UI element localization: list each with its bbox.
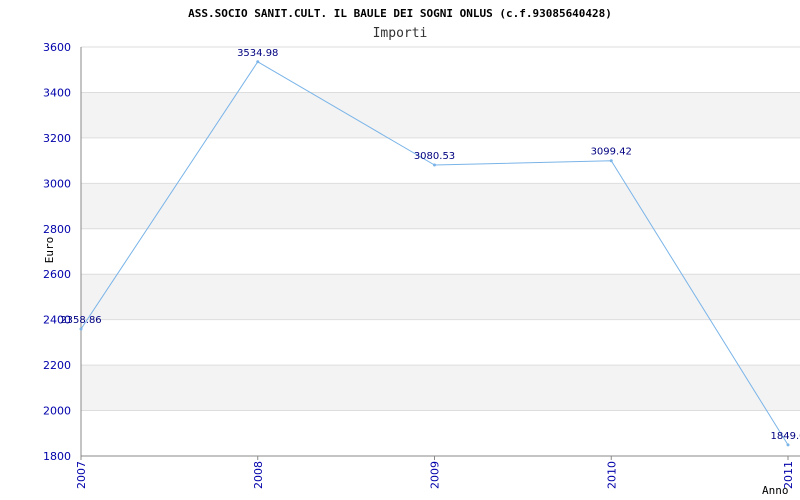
- x-tick-label: 2007: [75, 461, 88, 489]
- plot-band: [81, 92, 800, 138]
- y-tick-label: 3400: [43, 86, 71, 99]
- y-tick-label: 3600: [43, 41, 71, 54]
- plot-band: [81, 274, 800, 320]
- y-tick-label: 3000: [43, 177, 71, 190]
- y-tick-label: 3200: [43, 132, 71, 145]
- line-chart: ASS.SOCIO SANIT.CULT. IL BAULE DEI SOGNI…: [43, 7, 800, 497]
- y-tick-label: 2800: [43, 223, 71, 236]
- y-tick-label: 2200: [43, 359, 71, 372]
- y-tick-label: 2600: [43, 268, 71, 281]
- y-tick-label: 2000: [43, 405, 71, 418]
- data-label: 1849.0: [771, 431, 800, 442]
- data-point: [79, 327, 83, 331]
- data-point: [609, 159, 613, 163]
- data-label: 2358.86: [60, 315, 101, 326]
- plot-bands: [81, 92, 800, 411]
- plot-band: [81, 183, 800, 229]
- data-point: [433, 163, 436, 167]
- y-axis-label: Euro: [43, 237, 56, 264]
- x-tick-label: 2009: [429, 461, 442, 489]
- data-label: 3534.98: [237, 48, 278, 59]
- data-point: [786, 443, 790, 447]
- chart-subtitle: Importi: [373, 26, 428, 41]
- chart-title: ASS.SOCIO SANIT.CULT. IL BAULE DEI SOGNI…: [188, 7, 612, 20]
- data-label: 3099.42: [591, 147, 632, 158]
- data-point: [256, 60, 260, 64]
- x-tick-labels: 2007 2008 2009 2010 2011: [75, 461, 795, 489]
- y-tick-label: 1800: [43, 450, 71, 463]
- x-tick-label: 2008: [252, 461, 265, 489]
- plot-band: [81, 365, 800, 411]
- x-tick-label: 2010: [605, 461, 618, 489]
- data-label: 3080.53: [414, 151, 455, 162]
- x-axis-label: Anno: [762, 484, 789, 497]
